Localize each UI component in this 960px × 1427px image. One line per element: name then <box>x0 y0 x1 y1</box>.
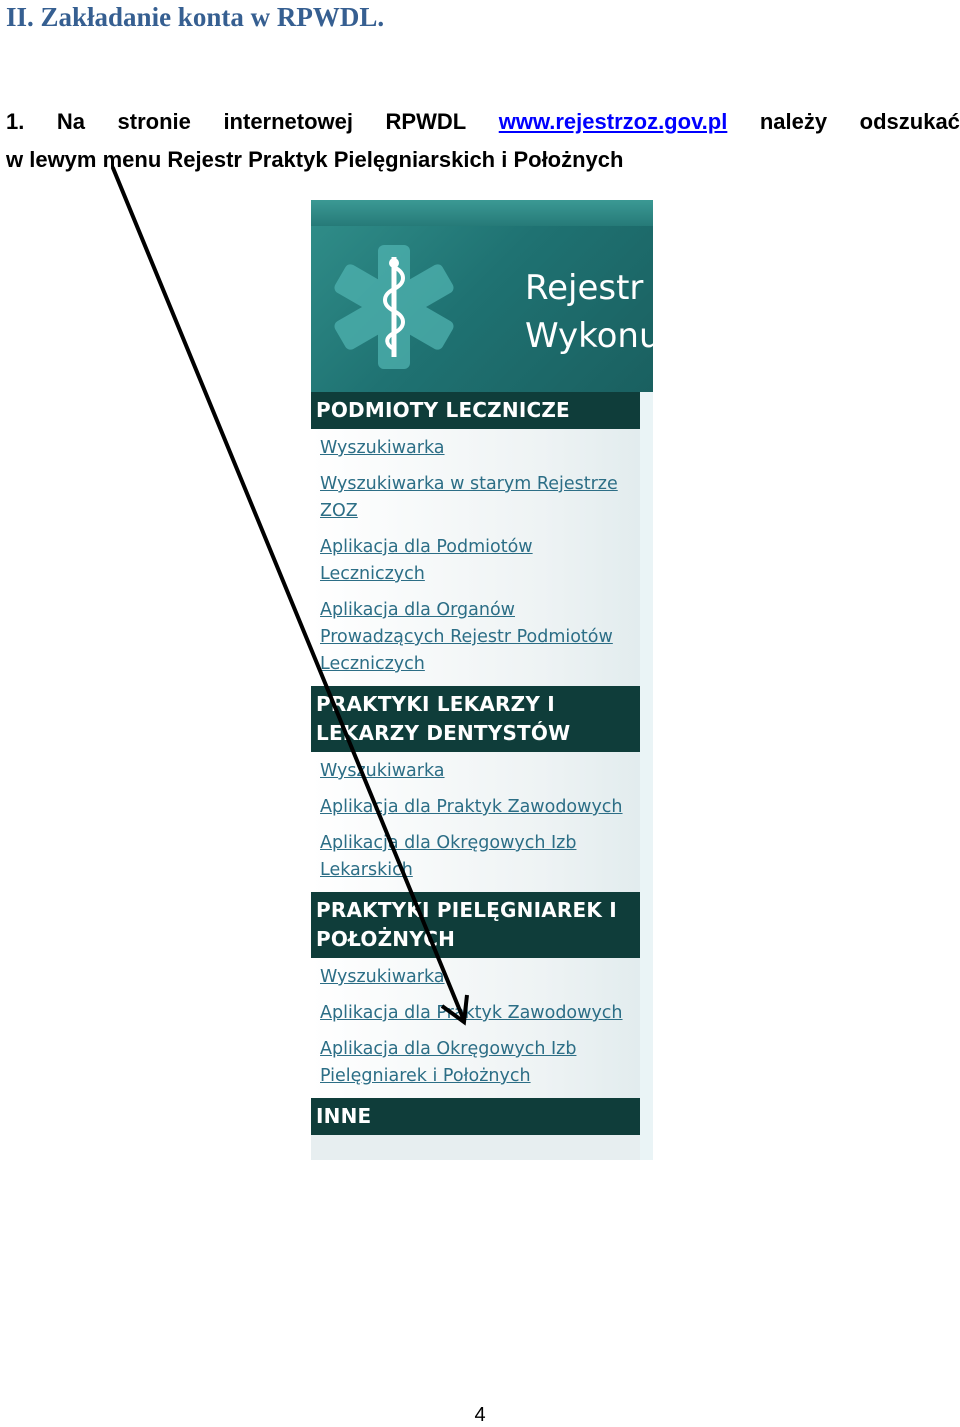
content-edge <box>640 392 653 1160</box>
menu-section-inne: INNE <box>311 1098 640 1135</box>
menu-link[interactable]: Aplikacja dla Okręgowych Izb Lekarskich <box>320 830 630 884</box>
menu-link[interactable]: Aplikacja dla Okręgowych Izb Pielęgniare… <box>320 1036 630 1090</box>
menu-section-title: PRAKTYKI LEKARZY I LEKARZY DENTYSTÓW <box>311 686 640 752</box>
menu-section-title: PODMIOTY LECZNICZE <box>311 392 640 429</box>
menu-section-praktyki-pielegniarek: PRAKTYKI PIELĘGNIAREK I POŁOŻNYCH Wyszuk… <box>311 892 640 1098</box>
word: należy <box>759 109 828 134</box>
page-number: 4 <box>474 1404 486 1426</box>
menu-link[interactable]: Wyszukiwarka <box>320 435 630 462</box>
menu-section-title: INNE <box>311 1098 640 1135</box>
word: RPWDL <box>385 109 467 134</box>
menu-link[interactable]: Wyszukiwarka <box>320 758 630 785</box>
word: stronie <box>117 109 191 134</box>
star-of-life-logo-icon <box>334 245 454 369</box>
section-heading: II. Zakładanie konta w RPWDL. <box>6 2 385 32</box>
menu-link[interactable]: Aplikacja dla Organów Prowadzących Rejes… <box>320 597 630 678</box>
website-link[interactable]: www.rejestrzoz.gov.pl <box>499 103 728 141</box>
instruction-line-2: w lewym menu Rejestr Praktyk Pielęgniars… <box>6 147 624 172</box>
word: Na <box>56 109 86 134</box>
list-number: 1. <box>6 109 25 134</box>
word: odszukać <box>859 109 960 134</box>
site-title: Rejestr I Wykonu <box>525 268 653 356</box>
menu-link[interactable]: Wyszukiwarka <box>320 964 630 991</box>
left-menu: PODMIOTY LECZNICZE Wyszukiwarka Wyszukiw… <box>311 392 640 1135</box>
menu-link[interactable]: Wyszukiwarka w starym Rejestrze ZOZ <box>320 471 630 525</box>
menu-section-title: PRAKTYKI PIELĘGNIAREK I POŁOŻNYCH <box>311 892 640 958</box>
site-header: Rejestr I Wykonu <box>311 226 653 392</box>
menu-section-praktyki-lekarzy: PRAKTYKI LEKARZY I LEKARZY DENTYSTÓW Wys… <box>311 686 640 892</box>
menu-link[interactable]: Aplikacja dla Praktyk Zawodowych <box>320 1000 630 1027</box>
menu-link[interactable]: Aplikacja dla Podmiotów Leczniczych <box>320 534 630 588</box>
menu-link[interactable]: Aplikacja dla Praktyk Zawodowych <box>320 794 630 821</box>
header-top-bar <box>311 200 653 226</box>
instruction-line-1: 1. Na stronie internetowej RPWDL www.rej… <box>6 103 960 141</box>
instruction-paragraph: 1. Na stronie internetowej RPWDL www.rej… <box>6 103 960 179</box>
menu-section-podmioty: PODMIOTY LECZNICZE Wyszukiwarka Wyszukiw… <box>311 392 640 686</box>
word: internetowej <box>223 109 354 134</box>
website-menu-screenshot: Rejestr I Wykonu PODMIOTY LECZNICZE Wysz… <box>311 200 653 1160</box>
